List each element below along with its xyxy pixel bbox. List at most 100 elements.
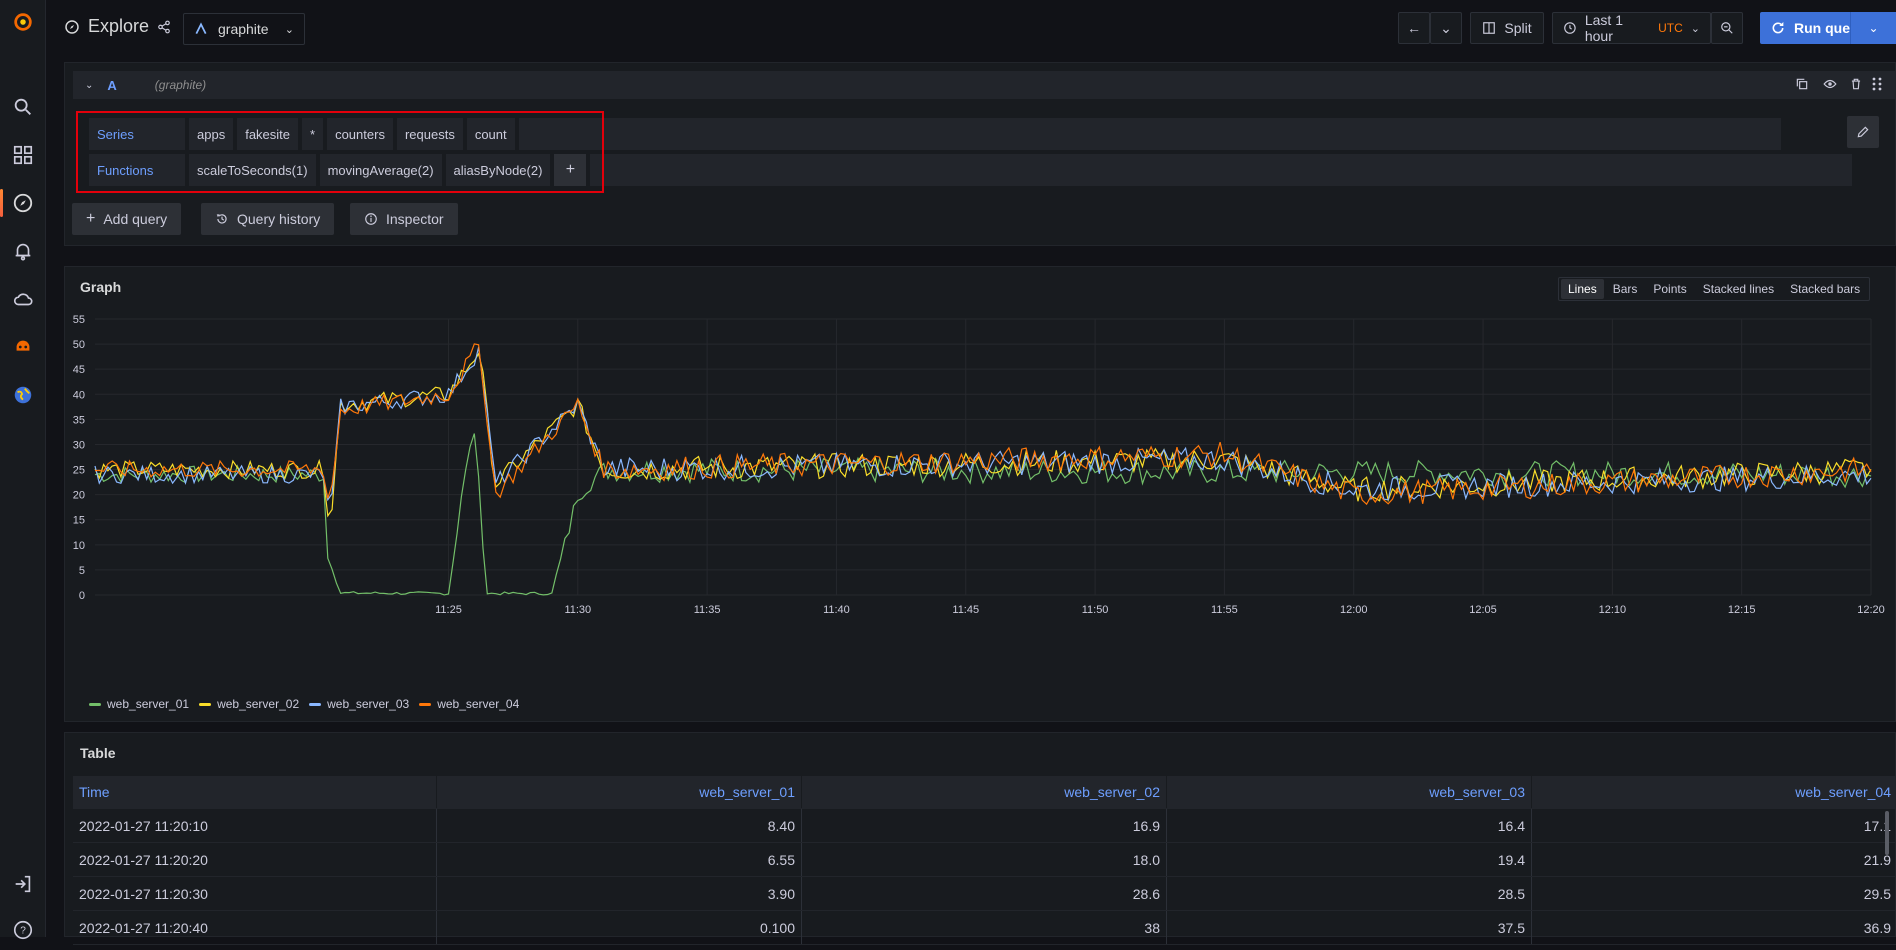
view-points-toggle[interactable]: Points (1646, 279, 1693, 299)
legend-item[interactable]: web_server_01 (89, 697, 189, 711)
help-icon[interactable]: ? (0, 910, 46, 950)
split-button[interactable]: Split (1470, 12, 1544, 44)
table-cell: 16.4 (1167, 809, 1532, 842)
chevron-down-icon: ⌄ (1868, 21, 1879, 35)
datasource-picker[interactable]: graphite ⌄ (183, 13, 305, 45)
drag-handle-icon[interactable] (1871, 77, 1883, 94)
highlight-box (76, 111, 604, 193)
x-tick-label: 12:00 (1340, 604, 1368, 616)
y-tick-label: 50 (73, 339, 85, 351)
query-row-header: ⌄ A (graphite) (73, 71, 1896, 99)
time-series-chart[interactable]: 0 5 10 15 20 25 30 35 40 45 50 55 11:25 11:30 11:35 11:… (65, 307, 1895, 707)
pencil-icon (1857, 126, 1869, 138)
column-header[interactable]: web_server_03 (1167, 776, 1532, 808)
explore-compass-icon[interactable] (0, 183, 46, 223)
view-lines-toggle[interactable]: Lines (1561, 279, 1604, 299)
query-history-label: Query history (237, 211, 321, 227)
history-icon (216, 214, 227, 224)
inspector-button[interactable]: Inspector (350, 203, 458, 235)
legend-swatch (419, 702, 432, 706)
collapse-chevron-icon[interactable]: ⌄ (85, 80, 93, 91)
dashboards-icon[interactable] (0, 135, 46, 175)
info-circle-icon (365, 213, 377, 225)
page-title: Explore (64, 16, 171, 37)
table-panel: Table Time web_server_01 web_server_02 w… (64, 732, 1896, 945)
hide-query-eye-icon[interactable] (1823, 77, 1837, 94)
x-tick-label: 11:50 (1082, 604, 1109, 616)
legend-item[interactable]: web_server_02 (199, 697, 299, 711)
series-line-web_server_04[interactable] (94, 343, 1872, 506)
time-range-picker[interactable]: Last 1 hour UTC ⌄ (1552, 12, 1711, 44)
x-tick-label: 11:40 (823, 604, 850, 616)
table-cell: 2022-01-27 11:20:20 (73, 843, 437, 876)
plugin-app-icon[interactable] (0, 327, 46, 367)
x-tick-label: 11:30 (564, 604, 591, 616)
table-cell: 3.90 (437, 877, 802, 910)
legend-item[interactable]: web_server_04 (419, 697, 519, 711)
zoom-out-icon (1721, 22, 1733, 34)
split-label: Split (1504, 20, 1532, 36)
view-stacked-bars-toggle[interactable]: Stacked bars (1783, 279, 1867, 299)
share-icon[interactable] (157, 20, 171, 34)
search-icon[interactable] (0, 87, 46, 127)
column-header[interactable]: web_server_01 (437, 776, 802, 808)
x-tick-label: 11:55 (1211, 604, 1238, 616)
y-tick-label: 55 (73, 314, 85, 326)
add-query-label: Add query (103, 211, 168, 227)
table-cell: 29.5 (1863, 885, 1891, 902)
y-tick-label: 15 (73, 515, 85, 527)
table-cell: 2022-01-27 11:20:40 (73, 911, 437, 944)
sign-in-icon[interactable] (0, 864, 46, 904)
arrow-left-icon: ← (1407, 20, 1421, 36)
table-cell: 0.100 (437, 911, 802, 944)
plus-icon: + (86, 210, 96, 227)
grafana-logo-icon[interactable] (0, 2, 46, 42)
view-stacked-lines-toggle[interactable]: Stacked lines (1696, 279, 1781, 299)
column-header[interactable]: web_server_02 (802, 776, 1167, 808)
page-title-text: Explore (88, 16, 150, 36)
timezone-badge: UTC (1658, 21, 1683, 35)
back-button[interactable]: ← (1398, 12, 1430, 44)
table-cell: 2022-01-27 11:20:10 (73, 809, 437, 842)
globe-icon[interactable] (0, 375, 46, 415)
graph-legend: web_server_01 web_server_02 web_server_03 w… (89, 697, 519, 711)
table-cell: 8.40 (437, 809, 802, 842)
history-dropdown-button[interactable]: ⌄ (1430, 12, 1462, 44)
table-cell: 38 (802, 911, 1167, 944)
duplicate-query-icon[interactable] (1795, 77, 1809, 94)
table-cell: 6.55 (437, 843, 802, 876)
toggle-raw-edit-button[interactable] (1847, 116, 1879, 148)
x-tick-label: 12:05 (1469, 604, 1497, 616)
delete-query-trash-icon[interactable] (1849, 77, 1863, 94)
series-line-web_server_02[interactable] (94, 352, 1872, 518)
column-header-time[interactable]: Time (73, 776, 437, 808)
y-tick-label: 45 (73, 364, 85, 376)
table-cell: 37.5 (1167, 911, 1532, 944)
x-tick-label: 11:35 (694, 604, 721, 616)
series-line-web_server_01[interactable] (94, 433, 1872, 596)
datasource-name: graphite (218, 21, 269, 37)
x-tick-label: 12:10 (1599, 604, 1627, 616)
query-ref-id[interactable]: A (107, 78, 116, 93)
sidebar: ? (0, 0, 46, 940)
legend-item[interactable]: web_server_03 (309, 697, 409, 711)
column-header[interactable]: web_server_04 (1532, 776, 1896, 808)
alerting-bell-icon[interactable] (0, 231, 46, 271)
table-row: 2022-01-27 11:20:40 0.100 38 37.5 36.9 (73, 911, 1896, 945)
cloud-icon[interactable] (0, 279, 46, 319)
query-history-button[interactable]: Query history (201, 203, 335, 235)
table-cell: 36.9 (1863, 919, 1891, 936)
compass-icon (65, 19, 79, 34)
legend-swatch (199, 702, 212, 706)
svg-text:?: ? (20, 926, 26, 937)
table-scrollbar[interactable] (1885, 811, 1889, 855)
zoom-out-button[interactable] (1711, 12, 1743, 44)
run-query-options-button[interactable]: ⌄ (1850, 12, 1896, 44)
legend-swatch (309, 702, 322, 706)
table-cell: 19.4 (1167, 843, 1532, 876)
add-query-button[interactable]: + Add query (72, 203, 182, 235)
view-bars-toggle[interactable]: Bars (1606, 279, 1645, 299)
refresh-icon (1772, 22, 1784, 34)
inspector-label: Inspector (386, 211, 444, 227)
query-datasource-note: (graphite) (154, 78, 207, 92)
